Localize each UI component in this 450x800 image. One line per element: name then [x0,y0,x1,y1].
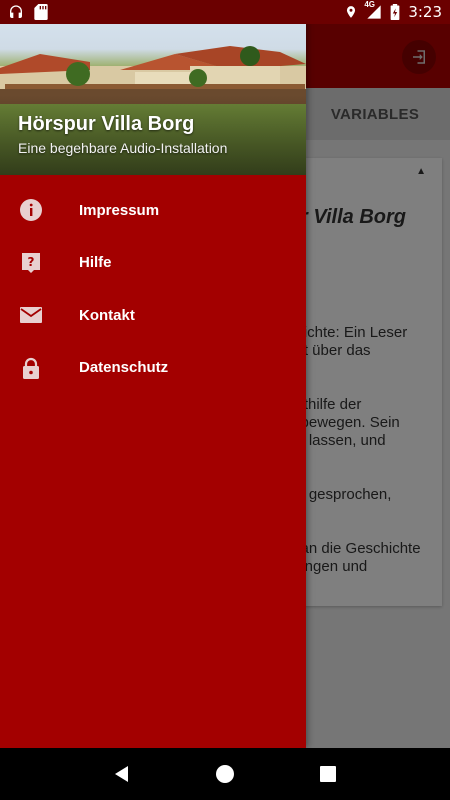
drawer-header: Hörspur Villa Borg Eine begehbare Audio-… [0,0,306,175]
sd-card-icon [34,4,48,20]
drawer-menu: Impressum ? Hilfe Kontakt Datenschutz [0,184,306,394]
system-nav-bar [0,748,450,800]
menu-item-kontakt[interactable]: Kontakt [0,289,306,342]
menu-item-label: Datenschutz [79,359,169,377]
menu-item-hilfe[interactable]: ? Hilfe [0,237,306,290]
drawer-subtitle: Eine begehbare Audio-Installation [18,140,228,156]
clock: 3:23 [408,3,442,21]
menu-item-datenschutz[interactable]: Datenschutz [0,342,306,395]
menu-item-label: Impressum [79,201,160,219]
headset-icon [10,5,22,18]
recents-button[interactable] [308,754,348,794]
home-icon [215,765,234,783]
mail-icon [18,302,44,328]
drawer-title: Hörspur Villa Borg [18,113,195,135]
info-icon [18,197,44,223]
lock-icon [18,355,44,381]
navigation-drawer: Hörspur Villa Borg Eine begehbare Audio-… [0,0,306,748]
battery-icon [390,4,400,20]
status-bar: 4G 3:23 [0,0,450,24]
location-icon [347,6,356,18]
menu-item-impressum[interactable]: Impressum [0,184,306,237]
menu-item-label: Kontakt [79,306,135,324]
recents-icon [320,766,337,782]
menu-item-label: Hilfe [79,254,112,272]
back-icon [114,766,128,782]
svg-text:?: ? [28,255,35,269]
network-type: 4G [364,0,375,9]
back-button[interactable] [102,754,142,794]
help-icon: ? [18,250,44,276]
home-button[interactable] [205,754,245,794]
